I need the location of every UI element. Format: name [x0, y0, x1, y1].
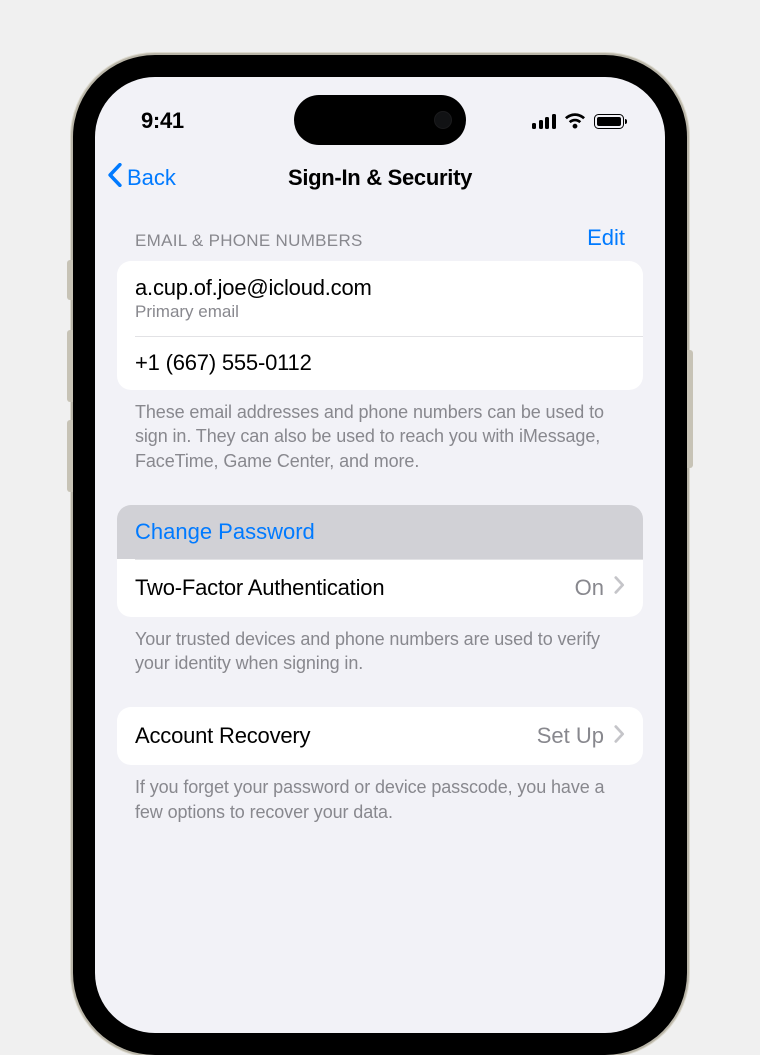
side-button	[687, 350, 693, 468]
phone-value: +1 (667) 555-0112	[135, 350, 625, 376]
cellular-signal-icon	[532, 114, 556, 129]
status-icons	[532, 113, 627, 129]
email-subtitle: Primary email	[135, 302, 625, 322]
section-header-label: Email & Phone Numbers	[135, 231, 363, 251]
status-time: 9:41	[141, 108, 184, 134]
chevron-left-icon	[107, 163, 123, 193]
front-camera-icon	[434, 111, 452, 129]
account-recovery-value: Set Up	[537, 723, 604, 749]
volume-up-button	[67, 330, 73, 402]
email-value: a.cup.of.joe@icloud.com	[135, 275, 625, 301]
account-recovery-row[interactable]: Account Recovery Set Up	[117, 707, 643, 765]
battery-icon	[594, 114, 628, 129]
section-header-contacts: Email & Phone Numbers Edit	[117, 207, 643, 261]
phone-row[interactable]: +1 (667) 555-0112	[117, 336, 643, 390]
change-password-button[interactable]: Change Password	[117, 505, 643, 559]
wifi-icon	[564, 113, 586, 129]
password-group: Change Password Two-Factor Authenticatio…	[117, 505, 643, 617]
silence-switch	[67, 260, 73, 300]
navigation-bar: Back Sign-In & Security	[95, 149, 665, 207]
two-factor-value: On	[575, 575, 604, 601]
back-button[interactable]: Back	[107, 163, 176, 193]
chevron-right-icon	[614, 725, 625, 748]
two-factor-footer: Your trusted devices and phone numbers a…	[117, 617, 643, 676]
chevron-right-icon	[614, 576, 625, 599]
edit-button[interactable]: Edit	[587, 225, 625, 251]
email-row[interactable]: a.cup.of.joe@icloud.com Primary email	[117, 261, 643, 336]
two-factor-row[interactable]: Two-Factor Authentication On	[117, 559, 643, 617]
recovery-group: Account Recovery Set Up	[117, 707, 643, 765]
contacts-group: a.cup.of.joe@icloud.com Primary email +1…	[117, 261, 643, 390]
change-password-label: Change Password	[135, 519, 625, 545]
screen: 9:41	[95, 77, 665, 1033]
dynamic-island	[294, 95, 466, 145]
phone-frame: 9:41	[73, 55, 687, 1055]
recovery-footer: If you forget your password or device pa…	[117, 765, 643, 824]
back-label: Back	[127, 165, 176, 191]
page-title: Sign-In & Security	[288, 165, 472, 191]
volume-down-button	[67, 420, 73, 492]
contacts-footer: These email addresses and phone numbers …	[117, 390, 643, 473]
account-recovery-label: Account Recovery	[135, 723, 310, 749]
two-factor-label: Two-Factor Authentication	[135, 575, 384, 601]
